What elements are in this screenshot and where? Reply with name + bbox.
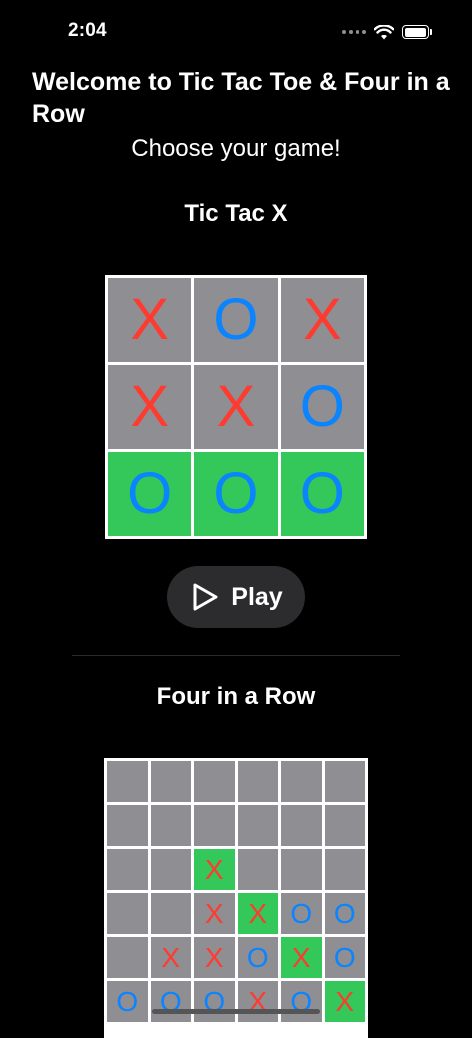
- o-mark: O: [290, 897, 313, 929]
- four-cell[interactable]: [281, 805, 322, 846]
- x-mark: X: [130, 287, 169, 352]
- x-mark: X: [204, 853, 224, 885]
- four-cell[interactable]: [107, 893, 148, 934]
- o-mark: O: [246, 941, 269, 973]
- four-cell[interactable]: [107, 937, 148, 978]
- four-cell[interactable]: [324, 761, 365, 802]
- home-indicator: [152, 1009, 320, 1014]
- tic-tac-title: Tic Tac X: [184, 200, 288, 227]
- ttt-cell[interactable]: O: [194, 452, 278, 536]
- x-mark: X: [291, 941, 311, 973]
- status-time: 2:04: [68, 20, 107, 41]
- o-mark: O: [299, 374, 345, 439]
- four-cell[interactable]: [150, 893, 191, 934]
- four-cell[interactable]: [281, 849, 322, 890]
- four-cell[interactable]: [324, 849, 365, 890]
- o-mark: O: [213, 461, 259, 526]
- section-divider: [72, 655, 400, 656]
- four-cell[interactable]: [150, 805, 191, 846]
- four-cell[interactable]: [237, 805, 278, 846]
- x-mark: X: [130, 374, 169, 439]
- four-cell[interactable]: O: [324, 893, 365, 934]
- ttt-cell[interactable]: X: [108, 365, 192, 449]
- x-mark: X: [204, 941, 224, 973]
- o-mark: O: [127, 461, 173, 526]
- four-cell[interactable]: O: [107, 981, 148, 1022]
- ttt-cell[interactable]: X: [194, 365, 278, 449]
- four-cell[interactable]: O: [281, 981, 322, 1022]
- four-cell[interactable]: X: [237, 981, 278, 1022]
- play-icon: [189, 582, 219, 612]
- four-cell[interactable]: [107, 849, 148, 890]
- four-in-a-row-title: Four in a Row: [156, 683, 316, 710]
- x-mark: X: [335, 985, 355, 1017]
- status-icons: [342, 22, 432, 42]
- four-cell[interactable]: O: [194, 981, 235, 1022]
- four-cell[interactable]: X: [194, 893, 235, 934]
- four-cell[interactable]: O: [150, 981, 191, 1022]
- x-mark: X: [216, 374, 256, 439]
- four-cell[interactable]: [281, 761, 322, 802]
- four-in-a-row-board[interactable]: XXXOOXXOXOOOOXOX: [104, 758, 368, 1038]
- four-cell[interactable]: [150, 849, 191, 890]
- play-button[interactable]: Play: [167, 566, 305, 628]
- four-cell[interactable]: O: [281, 893, 322, 934]
- four-cell[interactable]: X: [194, 849, 235, 890]
- four-cell[interactable]: [324, 805, 365, 846]
- wifi-icon: [374, 24, 394, 40]
- x-mark: X: [204, 897, 224, 929]
- x-mark: X: [248, 897, 268, 929]
- x-mark: X: [161, 941, 181, 973]
- battery-icon: [402, 25, 432, 39]
- four-cell[interactable]: [237, 849, 278, 890]
- four-cell[interactable]: X: [194, 937, 235, 978]
- play-button-label: Play: [231, 582, 283, 611]
- o-mark: O: [213, 287, 259, 352]
- four-cell[interactable]: O: [237, 937, 278, 978]
- o-mark: O: [116, 985, 139, 1017]
- ttt-cell[interactable]: O: [280, 365, 364, 449]
- four-cell[interactable]: [194, 761, 235, 802]
- ttt-cell[interactable]: O: [280, 452, 364, 536]
- choose-game-subtitle: Choose your game!: [131, 135, 341, 162]
- four-cell[interactable]: [107, 761, 148, 802]
- four-cell[interactable]: [107, 805, 148, 846]
- four-cell[interactable]: O: [324, 937, 365, 978]
- ttt-cell[interactable]: X: [280, 278, 364, 362]
- four-cell[interactable]: [194, 805, 235, 846]
- welcome-heading: Welcome to Tic Tac Toe & Four in a Row: [32, 68, 450, 128]
- four-cell[interactable]: X: [281, 937, 322, 978]
- four-cell[interactable]: X: [237, 893, 278, 934]
- ttt-cell[interactable]: O: [108, 452, 192, 536]
- x-mark: X: [302, 287, 342, 352]
- four-cell[interactable]: X: [324, 981, 365, 1022]
- o-mark: O: [299, 461, 345, 526]
- status-bar: 2:04: [0, 0, 472, 64]
- four-cell[interactable]: [150, 761, 191, 802]
- signal-icon: [342, 29, 366, 35]
- four-cell[interactable]: X: [150, 937, 191, 978]
- o-mark: O: [333, 941, 356, 973]
- four-cell[interactable]: [237, 761, 278, 802]
- ttt-cell[interactable]: O: [194, 278, 278, 362]
- o-mark: O: [333, 897, 356, 929]
- tic-tac-board[interactable]: XOXXXOOOO: [105, 275, 367, 539]
- ttt-cell[interactable]: X: [108, 278, 192, 362]
